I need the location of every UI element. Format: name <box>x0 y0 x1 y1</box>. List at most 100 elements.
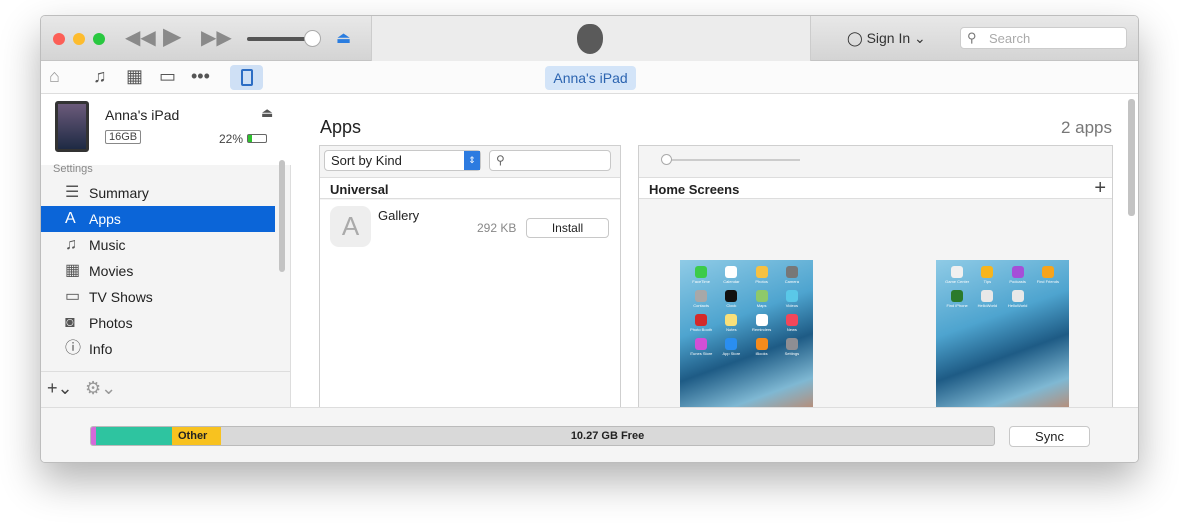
app-icon[interactable]: Camera <box>777 266 807 284</box>
main-scrollbar[interactable] <box>1128 99 1135 216</box>
app-icon[interactable]: Find Friends <box>1033 266 1063 284</box>
storage-segment-media <box>96 427 172 445</box>
app-label: Photos <box>755 279 768 284</box>
volume-knob[interactable] <box>304 30 321 47</box>
app-icon[interactable]: Reminders <box>747 314 777 332</box>
app-icon[interactable]: Videos <box>777 290 807 308</box>
storage-bar: Other 10.27 GB Free <box>90 426 995 446</box>
sidebar-item-movies[interactable]: ▦ Movies <box>41 258 275 284</box>
app-icon[interactable]: HelloWorld <box>972 290 1002 308</box>
sidebar-item-apps[interactable]: A Apps <box>41 206 275 232</box>
sync-button[interactable]: Sync <box>1009 426 1090 447</box>
apps-icon: A <box>65 210 76 227</box>
app-icon[interactable]: Settings <box>777 338 807 356</box>
app-icon[interactable]: Photos <box>747 266 777 284</box>
play-icon[interactable]: ▶ <box>163 22 181 51</box>
app-icon[interactable]: Tips <box>972 266 1002 284</box>
app-label: iBooks <box>755 351 768 356</box>
storage-free: 10.27 GB Free <box>570 430 645 442</box>
media-toolbar: ⌂ ♫ ▦ ▭ ••• Anna's iPad <box>41 61 1138 94</box>
sidebar-item-music[interactable]: ♫ Music <box>41 232 275 258</box>
library-home-icon[interactable]: ⌂ <box>49 66 60 87</box>
sidebar-item-summary[interactable]: ☰ Summary <box>41 180 275 206</box>
sign-in-button[interactable]: ◯ Sign In ⌄ <box>847 30 926 47</box>
battery-percent: 22% <box>219 132 244 146</box>
fast-forward-icon[interactable]: ▶▶ <box>201 25 232 50</box>
search-icon: ⚲ <box>496 153 505 167</box>
app-label: Podcasts <box>1009 279 1026 284</box>
gear-icon[interactable]: ⚙⌄ <box>85 378 116 399</box>
sort-select[interactable]: Sort by Kind ⇕ <box>324 150 481 171</box>
app-icon[interactable]: Contacts <box>686 290 716 308</box>
apps-pane: Apps 2 apps Sort by Kind ⇕ ⚲ Universal A … <box>292 95 1138 452</box>
storage-segment-other: Other <box>172 427 221 445</box>
app-label: Calendar <box>723 279 740 284</box>
airplay-icon[interactable]: ⏏ <box>336 28 351 48</box>
photos-icon: ◙ <box>65 314 75 331</box>
app-label: Notes <box>726 327 737 332</box>
install-button[interactable]: Install <box>526 218 609 238</box>
app-icon[interactable]: FaceTime <box>686 266 716 284</box>
battery-icon <box>247 134 267 143</box>
app-label: FaceTime <box>692 279 710 284</box>
music-icon[interactable]: ♫ <box>93 66 107 87</box>
title-bar: ◀◀ ▶ ▶▶ ⏏ ◯ Sign In ⌄ ⚲ Search <box>41 16 1138 61</box>
lcd-display <box>371 16 811 61</box>
group-header: Universal <box>320 177 620 199</box>
rewind-icon[interactable]: ◀◀ <box>125 25 156 50</box>
search-icon: ⚲ <box>967 30 977 45</box>
app-label: Find Friends <box>1036 279 1059 284</box>
add-icon[interactable]: +⌄ <box>47 378 73 399</box>
sidebar-item-photos[interactable]: ◙ Photos <box>41 310 275 336</box>
app-name: Gallery <box>378 208 420 223</box>
tv-icon[interactable]: ▭ <box>159 66 176 87</box>
app-search-input[interactable]: ⚲ <box>489 150 611 171</box>
device-button[interactable] <box>230 65 263 90</box>
movies-icon[interactable]: ▦ <box>126 66 143 87</box>
app-icon[interactable]: iBooks <box>747 338 777 356</box>
add-page-icon[interactable]: + <box>1094 177 1106 200</box>
app-icon[interactable]: iTunes Store <box>686 338 716 356</box>
sidebar-item-label: Info <box>89 341 113 357</box>
eject-icon[interactable]: ⏏ <box>261 105 273 121</box>
sidebar-item-label: Music <box>89 237 126 253</box>
app-label: Settings <box>784 351 800 356</box>
settings-heading: Settings <box>53 163 93 175</box>
search-input[interactable]: ⚲ Search <box>960 27 1127 49</box>
user-icon: ◯ <box>847 30 863 46</box>
minimize-button[interactable] <box>73 33 85 45</box>
app-icon[interactable]: Calendar <box>716 266 746 284</box>
app-icon[interactable]: Game Center <box>942 266 972 284</box>
sidebar-item-label: Photos <box>89 315 133 331</box>
more-icon[interactable]: ••• <box>191 66 210 87</box>
device-pill[interactable]: Anna's iPad <box>545 66 636 90</box>
device-name: Anna's iPad <box>105 107 180 123</box>
zoom-button[interactable] <box>93 33 105 45</box>
app-label: HelloWorld <box>977 303 998 308</box>
app-label: Videos <box>785 303 798 308</box>
app-label: Tips <box>983 279 992 284</box>
app-icon[interactable]: Find iPhone <box>942 290 972 308</box>
app-label: iTunes Store <box>689 351 713 356</box>
sign-in-label: Sign In <box>866 30 911 46</box>
close-button[interactable] <box>53 33 65 45</box>
app-label: HelloWorld <box>1007 303 1028 308</box>
sidebar-item-info[interactable]: ⓘ Info <box>41 336 275 362</box>
app-list-panel: Sort by Kind ⇕ ⚲ Universal A Gallery 292 … <box>319 145 621 410</box>
app-icon[interactable]: Notes <box>716 314 746 332</box>
app-icon[interactable]: Photo Booth <box>686 314 716 332</box>
list-item[interactable]: A Gallery 292 KB Install <box>320 200 620 410</box>
app-icon[interactable]: HelloWorld <box>1003 290 1033 308</box>
app-label: Game Center <box>945 279 970 284</box>
home-screens-header: Home Screens <box>639 177 1112 199</box>
app-label: Camera <box>784 279 799 284</box>
app-icon[interactable]: Podcasts <box>1003 266 1033 284</box>
app-icon[interactable]: News <box>777 314 807 332</box>
summary-icon: ☰ <box>65 184 80 201</box>
zoom-slider[interactable] <box>661 154 800 165</box>
app-icon[interactable]: Clock <box>716 290 746 308</box>
app-icon[interactable]: App Store <box>716 338 746 356</box>
sidebar-scrollbar[interactable] <box>279 160 285 272</box>
sidebar-item-tv-shows[interactable]: ▭ TV Shows <box>41 284 275 310</box>
app-icon[interactable]: Maps <box>747 290 777 308</box>
